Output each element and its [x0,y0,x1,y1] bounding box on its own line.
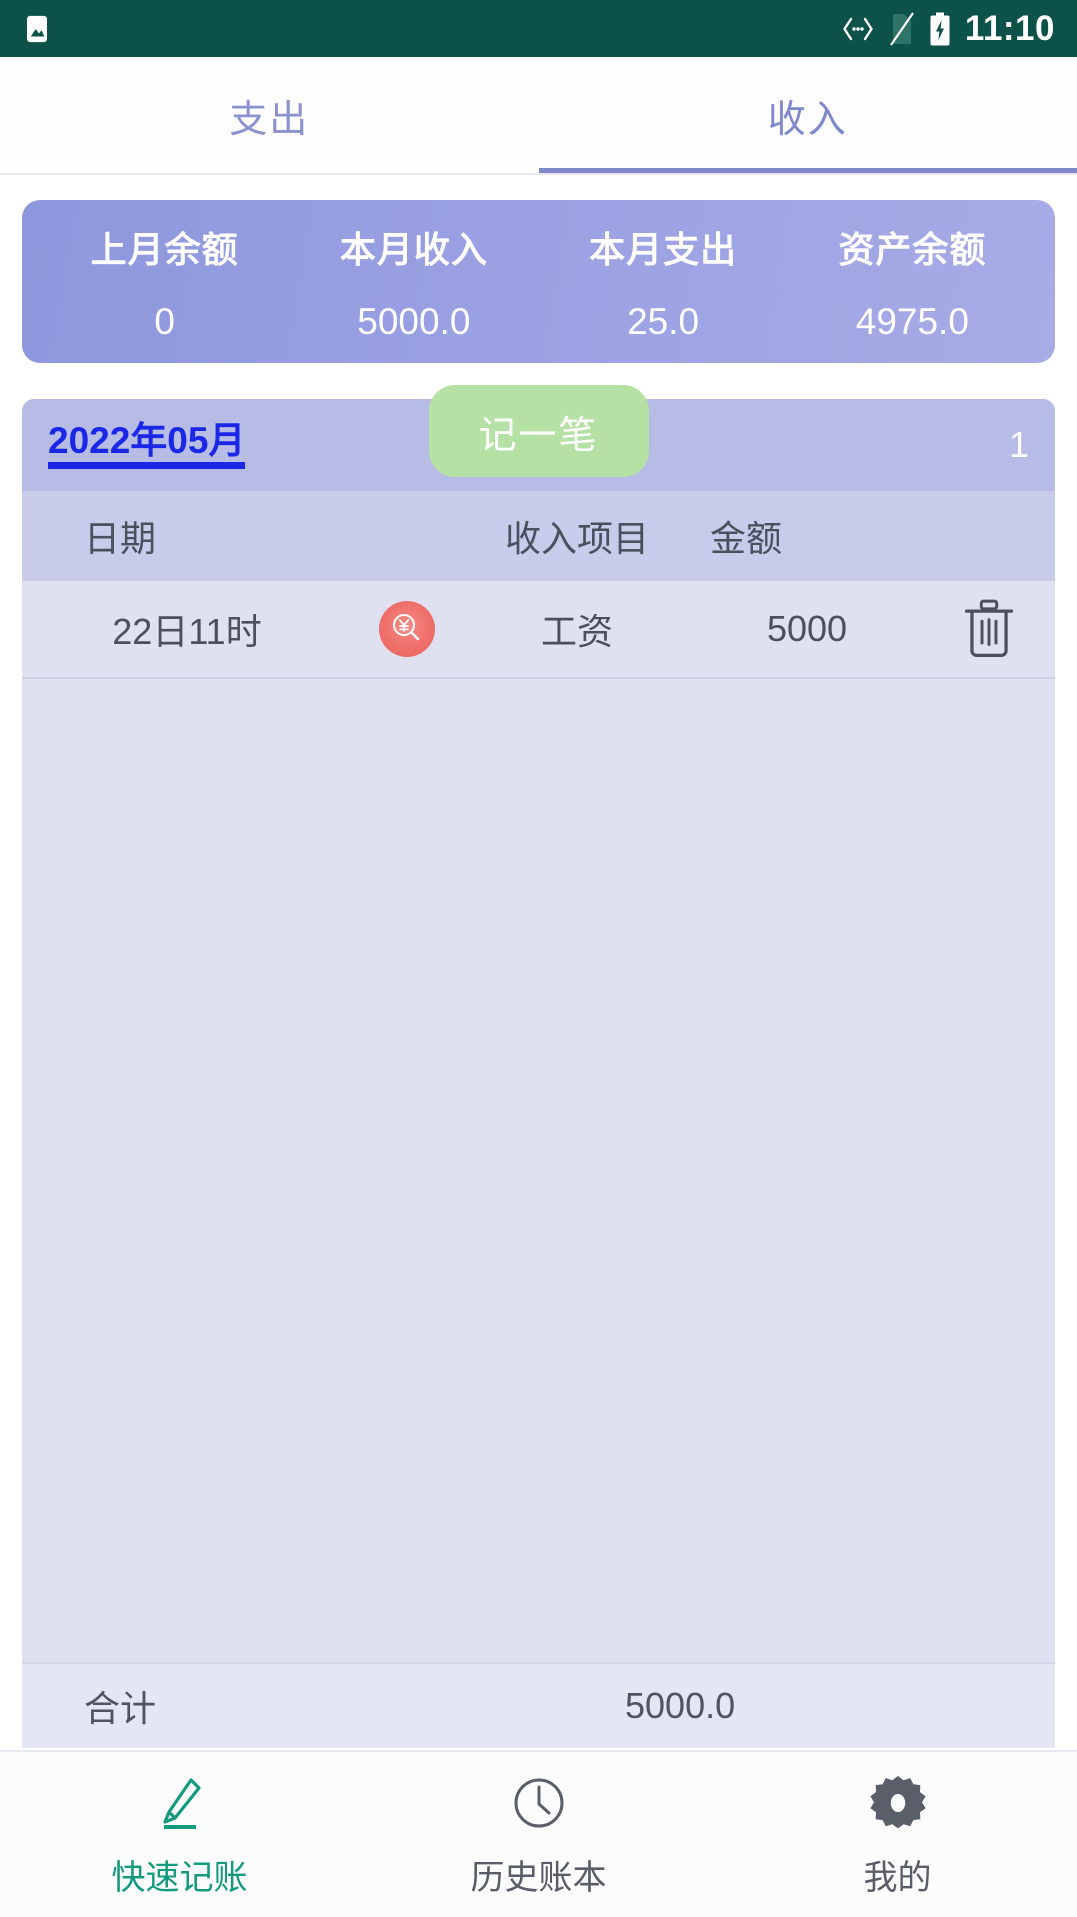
pen-edit-icon [149,1770,211,1836]
summary-value: 25.0 [627,300,700,342]
summary-value-month-income: 5000.0 [289,301,538,343]
nav-item-mine[interactable]: 我的 [718,1752,1077,1917]
page-content: 上月余额 本月收入 本月支出 资产余额 0 5000.0 25.0 4975.0… [0,175,1077,1748]
summary-value: 5000.0 [357,300,471,342]
status-bar-clock: 11:10 [964,9,1055,48]
summary-cell-month-expense: 本月支出 [539,221,788,273]
summary-label: 本月支出 [589,228,738,270]
total-row: 合计 5000.0 [22,1662,1055,1748]
summary-values-row: 0 5000.0 25.0 4975.0 [40,301,1037,343]
total-value: 5000.0 [625,1685,736,1726]
cell-item: 工资 [540,611,613,652]
summary-label: 上月余额 [90,228,239,270]
cast-icon [843,17,873,40]
nav-label-history-ledger: 历史账本 [470,1859,607,1897]
main-tab-bar: 支出 收入 [0,57,1077,175]
table-header-row: 日期 收入项目 金额 [22,491,1055,581]
summary-value-month-expense: 25.0 [539,301,788,343]
summary-label: 资产余额 [838,228,987,270]
status-bar: 11:10 [0,0,1077,57]
ledger-card: 2022年05月 记一笔 1 日期 收入项目 金额 22日11时 工资 5000… [22,385,1055,1748]
summary-labels-row: 上月余额 本月收入 本月支出 资产余额 [40,221,1037,273]
gear-icon [867,1770,929,1836]
battery-charging-icon [930,12,950,45]
nav-label-mine: 我的 [863,1859,932,1897]
tab-expense[interactable]: 支出 [0,57,539,173]
cell-amount: 5000 [766,608,848,649]
column-header-item: 收入项目 [504,518,649,559]
trash-icon[interactable] [962,598,1016,660]
bottom-navigation-bar: 快速记账 历史账本 我的 [0,1750,1077,1917]
entry-count-badge: 1 [1008,424,1029,465]
table-empty-area [22,679,1055,1662]
summary-card: 上月余额 本月收入 本月支出 资产余额 0 5000.0 25.0 4975.0 [22,200,1055,363]
month-selector[interactable]: 2022年05月 [48,422,246,469]
tab-income[interactable]: 收入 [539,57,1077,173]
nav-label-quick-entry: 快速记账 [111,1859,248,1897]
clock-icon [508,1770,570,1836]
summary-value: 0 [154,300,175,342]
cell-category-icon [352,601,462,657]
status-bar-left [22,14,52,44]
nav-item-history-ledger[interactable]: 历史账本 [359,1752,718,1917]
image-icon [27,15,47,42]
summary-value-asset-balance: 4975.0 [788,301,1037,343]
summary-value-last-month-balance: 0 [40,301,289,343]
total-label: 合计 [84,1688,157,1729]
cell-delete-action[interactable] [922,598,1055,660]
table-body: 22日11时 工资 5000 [22,581,1055,1662]
cell-date: 22日11时 [112,611,262,652]
summary-cell-asset-balance: 资产余额 [788,221,1037,273]
nav-item-quick-entry[interactable]: 快速记账 [0,1752,359,1917]
summary-label: 本月收入 [339,228,488,270]
sim-card-off-icon [889,11,914,46]
summary-value: 4975.0 [855,300,969,342]
summary-cell-last-month-balance: 上月余额 [40,221,289,273]
money-search-icon[interactable] [379,601,435,657]
column-header-amount: 金额 [710,518,783,559]
summary-cell-month-income: 本月收入 [289,221,538,273]
tab-active-indicator [538,168,1077,173]
record-entry-button[interactable]: 记一笔 [428,385,649,477]
ledger-header: 2022年05月 记一笔 1 [22,385,1055,491]
table-row[interactable]: 22日11时 工资 5000 [22,581,1055,679]
status-bar-right: 11:10 [841,11,1055,46]
column-header-date: 日期 [84,518,157,559]
